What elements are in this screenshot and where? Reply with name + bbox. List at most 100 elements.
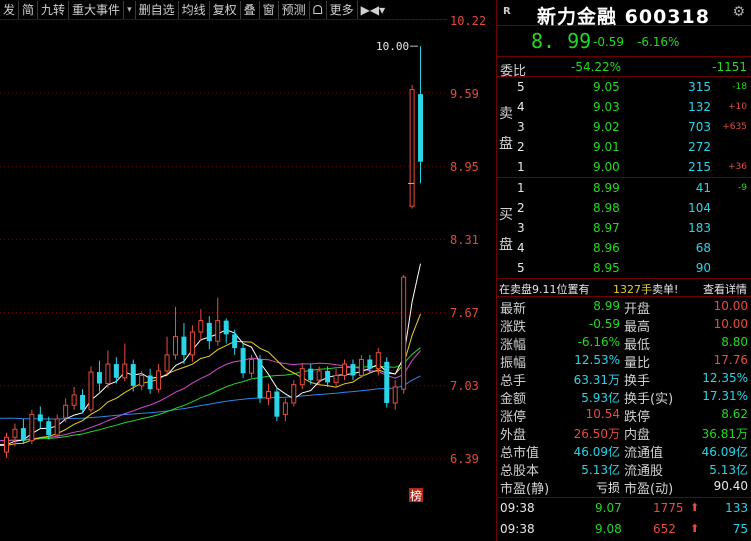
price-axis: 10.22 9.59 8.95 8.31 7.67 7.03 6.39	[447, 0, 497, 541]
stat-value: 亏损	[595, 481, 620, 495]
ma30-line	[0, 347, 421, 442]
stat-value: -0.59	[588, 317, 620, 331]
candle-body-up	[71, 394, 77, 406]
ask-side-label: 卖	[499, 106, 513, 122]
stock-window: 发 简 九转 重大事件 ▾ 删自选 均线 复权 叠 窗 预测 ᗝ 更多 ▶◀▾ …	[0, 0, 751, 541]
ask-level-2[interactable]: 2 9.01 272	[497, 137, 751, 157]
bid-side-label: 盘	[499, 237, 513, 253]
candle-body-up	[54, 418, 60, 436]
notice-hands: 1327手	[613, 283, 652, 296]
level-volume: 215	[688, 160, 711, 174]
candle-body-up	[63, 404, 69, 419]
toolbar-forecast-button[interactable]: 预测	[279, 0, 310, 19]
events-dropdown-icon[interactable]: ▾	[124, 0, 136, 19]
bid-level-1[interactable]: 1 8.99 41 -9	[497, 178, 751, 198]
market-tag: R	[503, 6, 511, 17]
candle-body-up	[12, 428, 18, 438]
stat-value: 8.99	[593, 299, 620, 313]
gear-icon[interactable]: ⚙	[732, 4, 745, 20]
ranking-badge-label: 榜	[410, 488, 422, 503]
candle-body-down	[181, 336, 187, 355]
toolbar-jian-button[interactable]: 简	[19, 0, 39, 19]
stat-value: 17.31%	[702, 389, 748, 403]
ma60-line	[0, 375, 421, 420]
toolbar-jiuzhuan-button[interactable]: 九转	[38, 0, 70, 19]
ask-level-4[interactable]: 4 9.03 132 +10	[497, 97, 751, 117]
tick-count: 133	[725, 501, 748, 515]
candle-body-up	[358, 359, 364, 377]
candle-body-down	[113, 364, 119, 378]
stat-value: 8.62	[721, 407, 748, 421]
candle-body-up	[409, 89, 415, 207]
ask-level-3[interactable]: 3 9.02 703 +635	[497, 117, 751, 137]
candle-body-up	[122, 363, 128, 379]
toolbar-ma-button[interactable]: 均线	[179, 0, 210, 19]
stat-value: -6.16%	[577, 335, 620, 349]
stat-value: 46.09亿	[573, 445, 620, 459]
bid-level-5[interactable]: 5 8.95 90	[497, 258, 751, 278]
toolbar-more-button[interactable]: 更多	[327, 0, 358, 19]
kline-chart[interactable]: 10.00◆◆榜	[0, 21, 447, 541]
level-price: 8.98	[593, 201, 620, 215]
stat-value: 5.93亿	[581, 391, 620, 405]
level-price: 8.95	[593, 261, 620, 275]
level-volume: 104	[688, 201, 711, 215]
toolbar-major-events-button[interactable]: 重大事件	[69, 0, 125, 19]
toolbar-adjust-button[interactable]: 复权	[210, 0, 241, 19]
level-delta: +10	[728, 102, 747, 112]
candle-body-down	[223, 320, 229, 335]
tick-list: 09:38 9.07 1775 ⬆ 133 09:38 9.08 652 ⬆ 75	[497, 497, 751, 540]
price-tick: 9.59	[450, 87, 479, 101]
candle-body-up	[291, 384, 297, 404]
level-delta: +635	[722, 122, 747, 132]
lock-icon[interactable]: ᗝ	[310, 0, 327, 19]
stat-row: 振幅 12.53% 量比 17.76	[497, 351, 751, 371]
price-tick: 10.22	[450, 14, 487, 28]
limit-price-label: 10.00	[376, 40, 409, 53]
ask-level-1[interactable]: 1 9.00 215 +36	[497, 157, 751, 177]
toolbar-window-button[interactable]: 窗	[260, 0, 279, 19]
candle-body-down	[418, 94, 424, 162]
candle-body-up	[156, 370, 162, 390]
view-details-link[interactable]: 查看详情	[703, 281, 747, 297]
bid-level-4[interactable]: 4 8.96 68	[497, 238, 751, 258]
toolbar-overlay-button[interactable]: 叠	[241, 0, 260, 19]
bid-level-2[interactable]: 2 8.98 104	[497, 198, 751, 218]
level-volume: 183	[688, 221, 711, 235]
chart-toolbar: 发 简 九转 重大事件 ▾ 删自选 均线 复权 叠 窗 预测 ᗝ 更多 ▶◀▾	[0, 0, 447, 20]
candle-body-up	[105, 363, 111, 385]
tick-volume: 652	[653, 522, 676, 536]
stat-value: 5.13亿	[709, 463, 748, 477]
candle-body-down	[350, 364, 356, 376]
candle-body-up	[375, 352, 381, 370]
stat-value: 17.76	[713, 353, 748, 367]
bid-level-3[interactable]: 3 8.97 183	[497, 218, 751, 238]
ask-level-5[interactable]: 5 9.05 315 -18	[497, 77, 751, 97]
toolbar-remove-watchlist-button[interactable]: 删自选	[136, 0, 179, 19]
candle-body-up	[282, 402, 288, 415]
stat-row: 市盈(静) 亏损 市盈(动) 90.40	[497, 477, 751, 497]
ma20-line	[0, 350, 421, 441]
level-number: 1	[517, 160, 525, 174]
toolbar-fa-button[interactable]: 发	[0, 0, 20, 19]
candle-body-down	[240, 348, 246, 374]
stat-row: 涨跌 -0.59 最高 10.00	[497, 315, 751, 335]
panel-toggle-arrows-icon[interactable]: ▶◀▾	[358, 1, 388, 19]
level-number: 3	[517, 120, 525, 134]
stat-value: 26.50万	[573, 427, 620, 441]
candle-body-down	[257, 359, 263, 399]
stock-code: 600318	[624, 6, 710, 28]
stat-value: 46.09亿	[701, 445, 748, 459]
candle-body-up	[316, 370, 322, 381]
up-arrow-icon: ⬆	[690, 501, 700, 514]
bid-book: 1 8.99 41 -9 2 8.98 104 3 8.97 183 4 8.96 68 5 8.95 90 买…	[497, 178, 751, 279]
stat-value: 90.40	[713, 479, 748, 493]
level-price: 8.99	[593, 181, 620, 195]
candle-body-up	[401, 276, 407, 390]
candle-body-up	[249, 359, 255, 374]
candle-body-up	[173, 336, 178, 356]
candle-body-down	[20, 428, 26, 441]
candle-body-up	[29, 413, 35, 442]
ask-book: 5 9.05 315 -18 4 9.03 132 +10 3 9.02 703 +635 2 9.01 2…	[497, 77, 751, 178]
price-tick: 7.67	[450, 306, 479, 320]
